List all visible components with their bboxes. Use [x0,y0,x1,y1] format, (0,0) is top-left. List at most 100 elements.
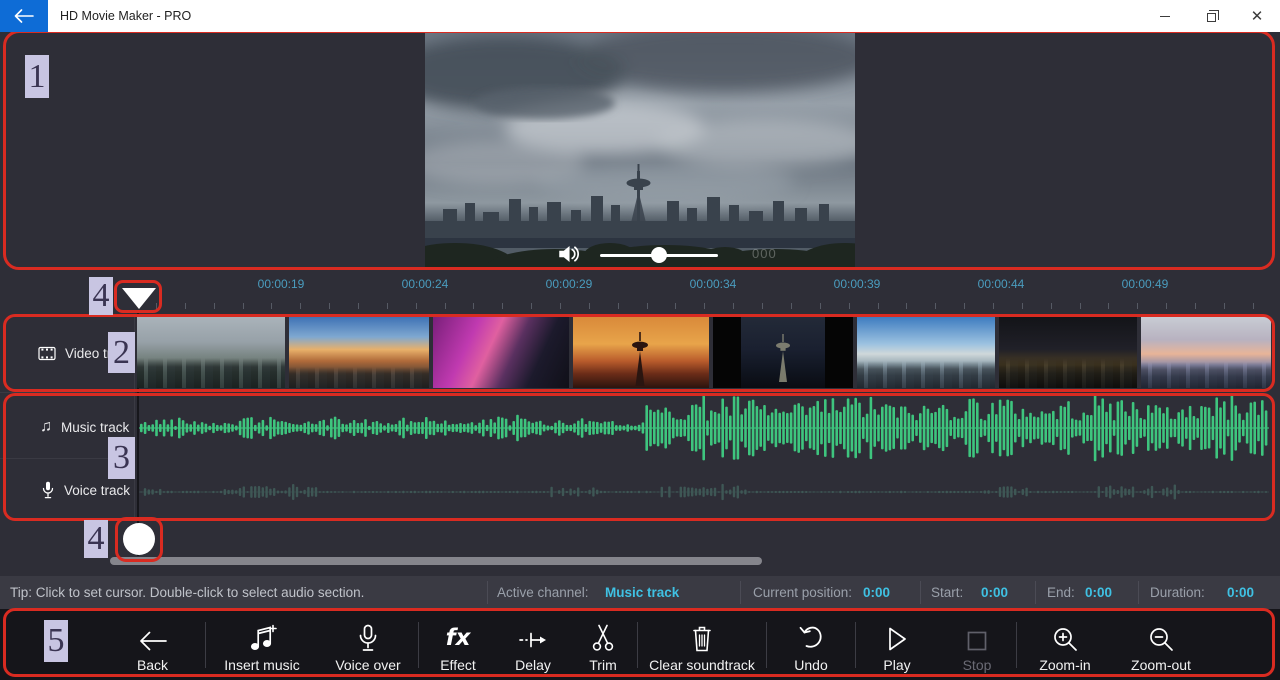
waveform-bar [330,418,333,437]
ruler-tick [300,303,301,309]
waveform-bar [1242,491,1244,493]
zoom-in-button[interactable]: Zoom-in [1017,609,1113,680]
waveform-bar [1227,420,1230,437]
waveform-bar [680,419,683,437]
waveform-bar [683,420,686,437]
waveform-bar [448,491,450,493]
waveform-bar [721,484,723,500]
clear-soundtrack-button[interactable]: Clear soundtrack [638,609,766,680]
waveform-bar [482,419,485,436]
waveform-bar [816,401,819,455]
effect-button[interactable]: fx Effect [419,609,497,680]
waveform-bar [1151,413,1154,444]
waveform-bar [801,491,803,493]
titlebar-back-button[interactable] [0,0,48,32]
zoom-out-button[interactable]: Zoom-out [1113,609,1209,680]
waveform-bar [1151,486,1153,498]
video-clip-thumbnail[interactable] [433,317,569,388]
start-value: 0:00 [981,576,1008,609]
waveform-bar [311,488,313,497]
undo-button[interactable]: Undo [767,609,855,680]
playhead-bottom-handle[interactable] [123,523,155,555]
video-clip-thumbnail[interactable] [999,317,1137,388]
speaker-icon[interactable] [556,242,582,266]
trim-button[interactable]: Trim [569,609,637,680]
video-preview[interactable] [425,33,855,269]
ruler-tick [878,303,879,309]
waveform-bar [858,403,861,454]
waveform-bar [205,491,207,492]
video-clip-thumbnail[interactable] [573,317,709,388]
waveform-bar [691,488,693,497]
video-clip-thumbnail[interactable] [857,317,995,388]
music-track-waveform[interactable] [139,392,1269,464]
stop-button[interactable]: Stop [938,609,1016,680]
waveform-bar [1261,491,1263,492]
video-clip-thumbnail[interactable] [713,317,853,388]
waveform-bar [524,491,526,492]
voice-track-label[interactable]: Voice track [41,481,130,499]
waveform-bar [1257,491,1259,494]
waveform-bar [379,423,382,433]
waveform-bar [949,420,952,436]
music-track-label[interactable]: ♫ Music track [40,419,129,435]
waveform-bar [596,422,599,434]
waveform-bar [1101,398,1104,457]
waveform-bar [744,490,746,495]
ruler-tick [733,303,734,309]
waveform-bar [619,491,621,493]
insert-music-button[interactable]: Insert music [206,609,318,680]
waveform-bar [1177,490,1179,494]
skyline-texture [289,367,429,388]
waveform-bar [676,419,679,436]
ruler-timestamp: 00:00:39 [834,277,881,291]
waveform-bar [372,422,375,434]
close-button[interactable]: ✕ [1234,0,1280,32]
timeline-horizontal-scrollbar[interactable] [110,557,762,565]
waveform-bar [547,425,550,430]
waveform-bar [794,405,797,452]
voice-track-waveform[interactable] [139,468,1269,516]
delay-arrow-icon [518,622,548,652]
waveform-bar [1204,491,1206,492]
voice-over-button[interactable]: Voice over [318,609,418,680]
waveform-bar [433,491,435,493]
waveform-bar [410,421,413,435]
waveform-bar [664,407,667,448]
delay-button[interactable]: Delay [497,609,569,680]
waveform-bar [338,491,340,492]
waveform-bar [406,491,408,492]
waveform-bar [877,415,880,442]
waveform-bar [243,486,245,497]
playhead-top-handle[interactable] [122,288,156,309]
waveform-bar [714,488,716,497]
waveform-bar [220,425,223,431]
volume-slider-knob[interactable] [651,247,667,263]
back-button[interactable]: Back [100,609,205,680]
waveform-bar [702,487,704,497]
waveform-bar [1079,420,1082,436]
waveform-bar [896,491,898,492]
waveform-bar [911,415,914,442]
waveform-bar [1105,487,1107,497]
waveform-bar [634,491,636,492]
video-track-clips [137,317,1271,388]
waveform-bar [227,490,229,494]
video-clip-thumbnail[interactable] [1141,317,1271,388]
waveform-bar [972,398,975,457]
waveform-bar [904,406,907,449]
minimize-button[interactable] [1142,0,1188,32]
waveform-bar [851,491,853,493]
waveform-bar [307,487,309,497]
play-button[interactable]: Play [856,609,938,680]
waveform-bar [554,423,557,434]
video-clip-thumbnail[interactable] [289,317,429,388]
restore-button[interactable] [1188,0,1234,32]
waveform-bar [668,486,670,497]
waveform-bar [691,405,694,451]
video-clip-thumbnail[interactable] [137,317,285,388]
waveform-bar [748,401,751,456]
waveform-bar [1174,485,1176,500]
waveform-bar [630,491,632,493]
waveform-bar [140,424,143,433]
